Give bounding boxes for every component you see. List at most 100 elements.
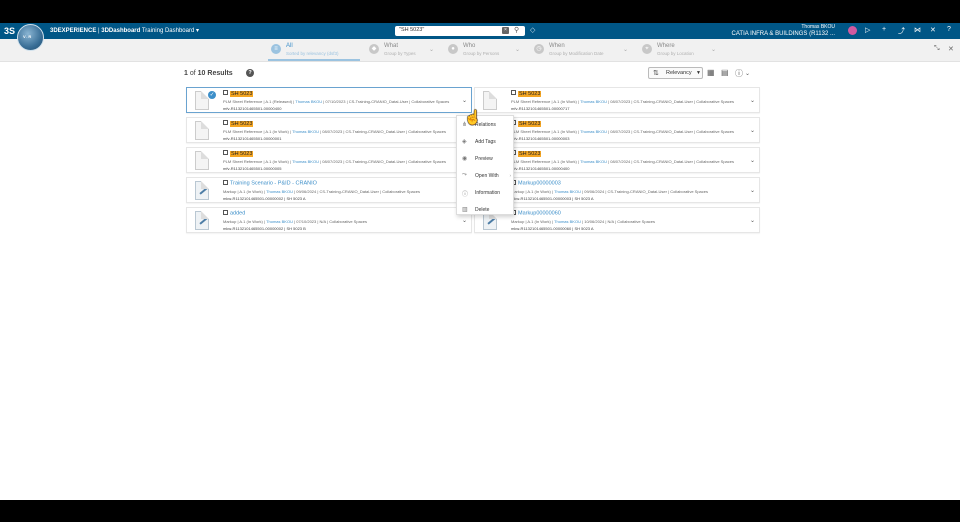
- avatar[interactable]: [848, 26, 857, 35]
- sheet-type-icon: [223, 150, 228, 155]
- menu-item-open-with[interactable]: ⤳ Open With ›: [457, 170, 515, 182]
- info-icon[interactable]: ⓘ: [735, 68, 743, 79]
- plus-icon[interactable]: +: [882, 26, 886, 33]
- result-card[interactable]: Markup00000003 Markup | A.1 (In Work) | …: [474, 177, 760, 203]
- tab-what[interactable]: ◆ What Group by Types ⌄: [369, 42, 439, 59]
- help-icon[interactable]: ?: [947, 26, 951, 33]
- result-card[interactable]: ✓ SH 5023 PLM Sheet Reference | A.1 (Rel…: [186, 87, 472, 113]
- chevron-down-icon[interactable]: ⌄: [745, 70, 750, 77]
- chevron-down-icon: ▾: [196, 28, 200, 34]
- result-card[interactable]: SH 5023 PLM Sheet Reference | A.1 (In Wo…: [474, 147, 760, 173]
- menu-item-preview[interactable]: ◉ Preview: [457, 153, 515, 165]
- close-icon[interactable]: ✕: [948, 45, 954, 53]
- card-meta: Markup | A.1 (In Work) | Thomas BKOU | 1…: [511, 219, 656, 224]
- compass-icon[interactable]: V.R: [17, 24, 44, 51]
- chevron-down-icon: ⌄: [711, 47, 717, 53]
- help-icon[interactable]: ?: [246, 69, 254, 77]
- info-icon: ⓘ: [462, 192, 469, 198]
- trash-icon: ▥: [462, 207, 468, 213]
- card-title: Training Scenario - P&ID - CRANIO: [230, 180, 317, 187]
- card-id: mkw-R1132101465501-00000002 | SH 5023 B: [223, 226, 306, 231]
- card-id: mkw-R1132101465501-00000060 | SH 5023 A: [511, 226, 594, 231]
- workspace-label[interactable]: CATIA INFRA & BUILDINGS (R1132 ...: [732, 31, 835, 37]
- clear-search-icon[interactable]: ×: [502, 27, 509, 34]
- card-title: SH 5023: [230, 120, 254, 127]
- grid-view-icon[interactable]: ▦: [707, 68, 715, 77]
- chevron-down-icon: ⌄: [515, 47, 521, 53]
- chevron-down-icon[interactable]: ⌄: [750, 187, 755, 194]
- result-card[interactable]: Training Scenario - P&ID - CRANIO Markup…: [186, 177, 472, 203]
- card-title: SH 5023: [230, 90, 254, 97]
- menu-item-information[interactable]: ⓘ Information: [457, 187, 515, 199]
- document-thumbnail: [195, 151, 209, 170]
- search-icon[interactable]: ⚲: [514, 26, 519, 34]
- chevron-down-icon[interactable]: ⌄: [462, 217, 467, 224]
- chevron-down-icon[interactable]: ⌄: [750, 97, 755, 104]
- ds-logo: 3S: [4, 26, 16, 36]
- card-meta: PLM Sheet Reference | A.1 (In Work) | Th…: [223, 129, 447, 134]
- hand-cursor-icon: ☝: [464, 109, 482, 125]
- tab-all[interactable]: ≡ All Sorted by relevancy (dsf3): [271, 42, 361, 59]
- chevron-down-icon[interactable]: ⌄: [750, 127, 755, 134]
- card-id: mfv-R1132101465501-00000400: [223, 106, 282, 111]
- card-title: added: [230, 210, 246, 217]
- card-id: mfv-R1132101465501-00000001: [223, 136, 282, 141]
- clock-icon: ◷: [534, 44, 544, 54]
- sheet-type-icon: [511, 90, 516, 95]
- card-meta: PLM Sheet Reference | A.1 (In Work) | Th…: [511, 129, 735, 134]
- dashboard-name: Training Dashboard: [141, 28, 195, 34]
- tag-icon[interactable]: ◇: [530, 26, 535, 34]
- collapse-icon[interactable]: ⤡: [934, 45, 940, 53]
- app-frame: 3S 3DEXPERIENCE | 3DDashboard Training D…: [0, 23, 960, 500]
- card-id: mfv-R1132101465501-00000005: [223, 166, 282, 171]
- card-id: mkw-R1132101465501-00000003 | SH 5023 A: [511, 196, 594, 201]
- search-box[interactable]: "SH 5023" × ⚲: [395, 26, 525, 36]
- results-count: 1 of 10 Results: [184, 70, 233, 77]
- app-name: 3DDashboard: [101, 28, 141, 34]
- sort-icon: ⇅: [653, 70, 659, 77]
- app-title[interactable]: 3DEXPERIENCE | 3DDashboard Training Dash…: [50, 27, 199, 34]
- result-card[interactable]: SH 5023 PLM Sheet Reference | A.1 (In Wo…: [474, 117, 760, 143]
- chevron-down-icon: ⌄: [623, 47, 629, 53]
- chevron-down-icon[interactable]: ⌄: [750, 217, 755, 224]
- brand-name: 3DEXPERIENCE: [50, 28, 97, 34]
- card-meta: Markup | A.1 (In Work) | Thomas BKOU | 0…: [223, 219, 368, 224]
- menu-item-delete[interactable]: ▥ Delete: [457, 204, 515, 216]
- chevron-down-icon[interactable]: ⌄: [462, 97, 467, 104]
- markup-thumbnail: [195, 211, 209, 230]
- card-title: SH 5023: [518, 90, 542, 97]
- card-title: Markup00000003: [518, 180, 561, 187]
- card-id: mfv-R1132101465501-00000003: [511, 136, 570, 141]
- chevron-right-icon: ›: [509, 173, 512, 178]
- search-input[interactable]: "SH 5023": [399, 27, 424, 33]
- card-meta: Markup | A.1 (In Work) | Thomas BKOU | 0…: [223, 189, 420, 194]
- all-icon: ≡: [271, 44, 281, 54]
- result-card[interactable]: Markup00000060 Markup | A.1 (In Work) | …: [474, 207, 760, 233]
- card-id: mfv-R1132101465501-00000717: [511, 106, 570, 111]
- menu-item-add-tags[interactable]: ◈ Add Tags: [457, 136, 515, 148]
- chevron-down-icon[interactable]: ⌄: [750, 157, 755, 164]
- card-meta: PLM Sheet Reference | A.1 (In Work) | Th…: [223, 159, 447, 164]
- user-name: Thomas BKOU: [801, 24, 835, 30]
- chevron-down-icon: ⌄: [429, 47, 435, 53]
- tab-where[interactable]: ⌖ Where Group by Location ⌄: [642, 42, 720, 59]
- sort-select[interactable]: ⇅ Relevancy ▼: [648, 67, 703, 79]
- tab-who[interactable]: ● Who Group by Persons ⌄: [448, 42, 523, 59]
- tile-view-icon[interactable]: ▤: [721, 68, 729, 77]
- result-card[interactable]: added Markup | A.1 (In Work) | Thomas BK…: [186, 207, 472, 233]
- play-icon[interactable]: ▷: [865, 26, 870, 34]
- card-title: SH 5023: [518, 150, 542, 157]
- result-card[interactable]: SH 5023 PLM Sheet Reference | A.1 (In Wo…: [186, 147, 472, 173]
- tab-when[interactable]: ◷ When Group by Modification Date ⌄: [534, 42, 632, 59]
- card-meta: Markup | A.1 (In Work) | Thomas BKOU | 0…: [511, 189, 708, 194]
- eye-icon: ◉: [462, 156, 468, 162]
- card-title: Markup00000060: [518, 210, 561, 217]
- result-card[interactable]: SH 5023 PLM Sheet Reference | A.1 (In Wo…: [186, 117, 472, 143]
- network-icon[interactable]: ⋈: [914, 26, 921, 34]
- share-icon[interactable]: ⤴: [898, 26, 905, 36]
- result-card[interactable]: SH 5023 PLM Sheet Reference | A.1 (In Wo…: [474, 87, 760, 113]
- markup-thumbnail: [195, 181, 209, 200]
- tools-icon[interactable]: ✕: [930, 26, 936, 34]
- filter-bar: ≡ All Sorted by relevancy (dsf3) ◆ What …: [0, 39, 960, 62]
- top-bar: 3S 3DEXPERIENCE | 3DDashboard Training D…: [0, 23, 960, 39]
